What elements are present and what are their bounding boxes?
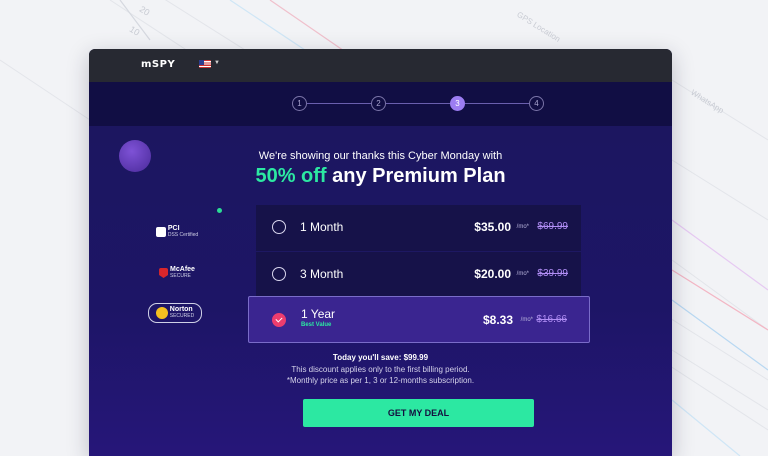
plan-option-1-year[interactable]: 1 Year Best Value $8.33 /mo* $16.66 <box>248 296 590 343</box>
badge-sub: DSS Certified <box>167 232 199 238</box>
pci-icon <box>155 227 166 237</box>
progress-stepper: 1 2 3 4 <box>89 82 672 126</box>
plan-unit: /mo* <box>520 317 533 323</box>
step-3-active: 3 <box>450 96 465 111</box>
radio-button[interactable] <box>272 267 286 281</box>
badge-label: McAfee <box>170 266 195 273</box>
savings-text: Today you'll save: $99.99 <box>332 353 429 362</box>
step-1: 1 <box>292 96 307 111</box>
norton-check-icon <box>155 307 168 319</box>
mspy-logo[interactable]: mSPY <box>141 59 175 70</box>
plan-price: $35.00 <box>474 220 511 234</box>
get-my-deal-button[interactable]: GET MY DEAL <box>303 399 534 427</box>
best-value-badge: Best Value <box>301 322 332 328</box>
step-connector <box>465 103 529 104</box>
plan-list: 1 Month $35.00 /mo* $69.99 3 Month $20.0… <box>256 205 581 297</box>
monthly-price-note: *Monthly price as per 1, 3 or 12-months … <box>286 376 475 385</box>
pci-dss-badge: PCI DSS Certified <box>147 222 207 242</box>
offer-panel: We're showing our thanks this Cyber Mond… <box>89 126 672 456</box>
logo-prefix: m <box>141 59 152 70</box>
promo-headline: 50% off any Premium Plan <box>89 165 672 188</box>
plan-unit: /mo* <box>516 271 529 277</box>
promo-intro: We're showing our thanks this Cyber Mond… <box>258 150 503 162</box>
step-connector <box>307 103 371 104</box>
us-flag-icon[interactable] <box>199 60 211 68</box>
top-bar: mSPY ▼ <box>89 49 672 82</box>
step-connector <box>386 103 450 104</box>
plan-old-price: $69.99 <box>537 221 568 232</box>
badge-sub: SECURE <box>170 273 191 279</box>
plan-name: 1 Month <box>300 220 344 234</box>
plan-option-3-month[interactable]: 3 Month $20.00 /mo* $39.99 <box>256 251 581 297</box>
plan-price: $8.33 <box>482 313 513 327</box>
mcafee-secure-badge: McAfee SECURE <box>147 263 207 283</box>
plan-option-1-month[interactable]: 1 Month $35.00 /mo* $69.99 <box>256 205 581 251</box>
radio-checked-icon[interactable] <box>272 313 286 327</box>
decorative-dot <box>217 208 222 213</box>
logo-text: SPY <box>151 59 176 70</box>
step-4: 4 <box>529 96 544 111</box>
promo-highlight: 50% off <box>255 165 327 187</box>
norton-secured-badge: Norton SECURED <box>148 303 202 323</box>
plan-old-price: $16.66 <box>536 314 567 325</box>
plan-price: $20.00 <box>474 267 511 281</box>
browser-window: mSPY ▼ 1 2 3 4 We're showing our thanks … <box>89 49 672 456</box>
badge-label: Norton <box>169 306 193 313</box>
discount-note: This discount applies only to the first … <box>291 365 470 374</box>
step-2: 2 <box>371 96 386 111</box>
plan-name: 3 Month <box>300 267 344 281</box>
badge-label: PCI <box>167 225 180 232</box>
radio-button[interactable] <box>272 220 286 234</box>
plan-name: 1 Year <box>301 307 336 321</box>
badge-sub: SECURED <box>169 313 195 319</box>
promo-rest: any Premium Plan <box>326 165 506 187</box>
mcafee-shield-icon <box>159 268 169 278</box>
plan-old-price: $39.99 <box>537 268 568 279</box>
plan-unit: /mo* <box>516 224 529 230</box>
chevron-down-icon[interactable]: ▼ <box>214 60 220 66</box>
